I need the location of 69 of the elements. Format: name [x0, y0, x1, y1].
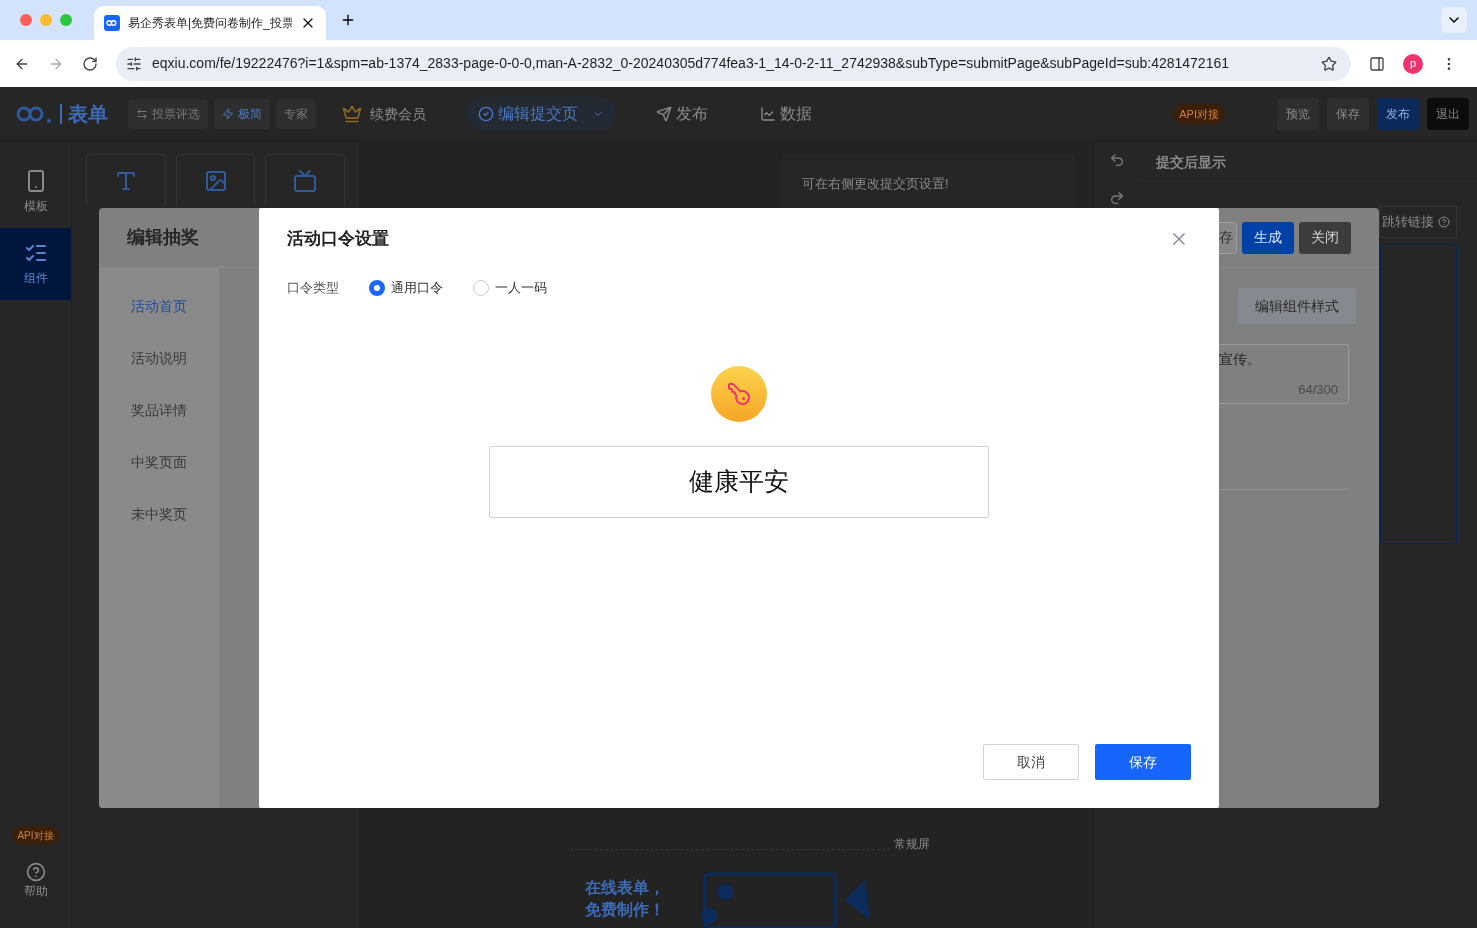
- lottery-button[interactable]: 生成: [1242, 221, 1294, 254]
- check-circle-icon: [478, 106, 494, 122]
- text-area-value: 宣传。: [1219, 350, 1262, 369]
- lottery-nav-item[interactable]: 奖品详情: [99, 384, 219, 436]
- header-action-button[interactable]: 退出: [1427, 98, 1469, 130]
- mode-button[interactable]: 极简: [214, 99, 270, 129]
- mode-button[interactable]: 投票评选: [128, 99, 208, 129]
- sidebar-item[interactable]: 组件: [0, 228, 71, 300]
- tab-list-button[interactable]: [1441, 7, 1467, 33]
- radio-button[interactable]: [473, 280, 489, 296]
- panel-title: 提交后显示: [1156, 153, 1226, 172]
- radio-option[interactable]: 通用口令: [369, 278, 443, 298]
- lottery-nav-item[interactable]: 未中奖页: [99, 488, 219, 540]
- dialog-title: 活动口令设置: [287, 228, 389, 251]
- nav-tab[interactable]: 编辑提交页: [466, 97, 616, 131]
- image-icon: [203, 168, 228, 193]
- field-label: 口令类型: [287, 279, 339, 298]
- header-action-button[interactable]: 发布: [1377, 98, 1419, 130]
- video-icon: [293, 168, 318, 193]
- dialog-button[interactable]: 保存: [1095, 744, 1191, 780]
- side-panel-icon[interactable]: [1369, 55, 1385, 72]
- crown-icon: [342, 104, 362, 124]
- screen-label: 常规屏: [894, 838, 930, 850]
- radio-option[interactable]: 一人一码: [473, 278, 547, 298]
- password-field[interactable]: 健康平安: [489, 446, 989, 518]
- lottery-nav-item[interactable]: 活动首页: [99, 280, 219, 332]
- logo-icon: [14, 104, 54, 124]
- banner-text: 在线表单， 免费制作！: [585, 878, 665, 920]
- lottery-nav-item[interactable]: 活动说明: [99, 332, 219, 384]
- edit-style-button[interactable]: 编辑组件样式: [1238, 288, 1356, 324]
- chart-icon: [760, 106, 776, 122]
- undo-icon[interactable]: [1108, 152, 1125, 168]
- profile-avatar[interactable]: p: [1403, 53, 1423, 74]
- swap-icon: [136, 108, 148, 120]
- lottery-button[interactable]: 关闭: [1299, 221, 1351, 254]
- lottery-title: 编辑抽奖: [126, 226, 199, 249]
- sidebar-item[interactable]: 模板: [0, 156, 71, 228]
- new-tab-icon[interactable]: [340, 12, 356, 28]
- address-bar[interactable]: eqxiu.com/fe/19222476?i=1&spm=ab-1374_2833-page-0-0-0,man-A-2832_0-20240305d774fea3-1_14-0-2-11_2742938&subType=submitPage&subPageId=sub:4281472161: [116, 46, 1351, 81]
- question-icon: [1438, 216, 1450, 228]
- site-logo-icon: [104, 15, 120, 31]
- renew-membership-link[interactable]: 续费会员: [370, 103, 426, 125]
- header-action-button[interactable]: 保存: [1327, 98, 1369, 130]
- api-badge[interactable]: API对接: [12, 826, 59, 844]
- component-tile[interactable]: [175, 154, 256, 206]
- close-window-icon[interactable]: [20, 14, 32, 26]
- logo-text: 表单: [60, 104, 108, 124]
- api-badge[interactable]: API对接: [1173, 104, 1225, 124]
- jump-link-tab[interactable]: 跳转链接: [1379, 206, 1457, 238]
- reload-icon[interactable]: [82, 55, 98, 72]
- dialog-button[interactable]: 取消: [983, 744, 1079, 780]
- redo-icon[interactable]: [1108, 190, 1125, 206]
- component-tile[interactable]: [265, 154, 345, 206]
- nav-tab[interactable]: 发布: [644, 97, 720, 131]
- tip-text: 可在右侧更改提交页设置!: [802, 175, 949, 194]
- key-icon: [711, 366, 767, 422]
- bookmark-star-icon[interactable]: [1321, 55, 1337, 72]
- mode-button[interactable]: 专家: [276, 99, 316, 129]
- radio-button[interactable]: [369, 280, 385, 296]
- site-settings-icon[interactable]: [126, 55, 142, 72]
- help-button[interactable]: 帮助: [23, 862, 48, 900]
- url-text: eqxiu.com/fe/19222476?i=1&spm=ab-1374_2833-page-0-0-0,man-A-2832_0-20240305d774fea3-1_14-0-2-11_2742938&subType=submitPage&subPageId=sub:4281472161: [152, 54, 1230, 73]
- lightning-icon: [222, 108, 234, 120]
- help-icon: [25, 862, 46, 882]
- header-action-button[interactable]: 预览: [1277, 98, 1319, 130]
- send-icon: [656, 106, 672, 122]
- nav-tab[interactable]: 数据: [748, 97, 824, 131]
- lottery-nav-item[interactable]: 中奖页面: [99, 436, 219, 488]
- component-tile[interactable]: [86, 154, 166, 206]
